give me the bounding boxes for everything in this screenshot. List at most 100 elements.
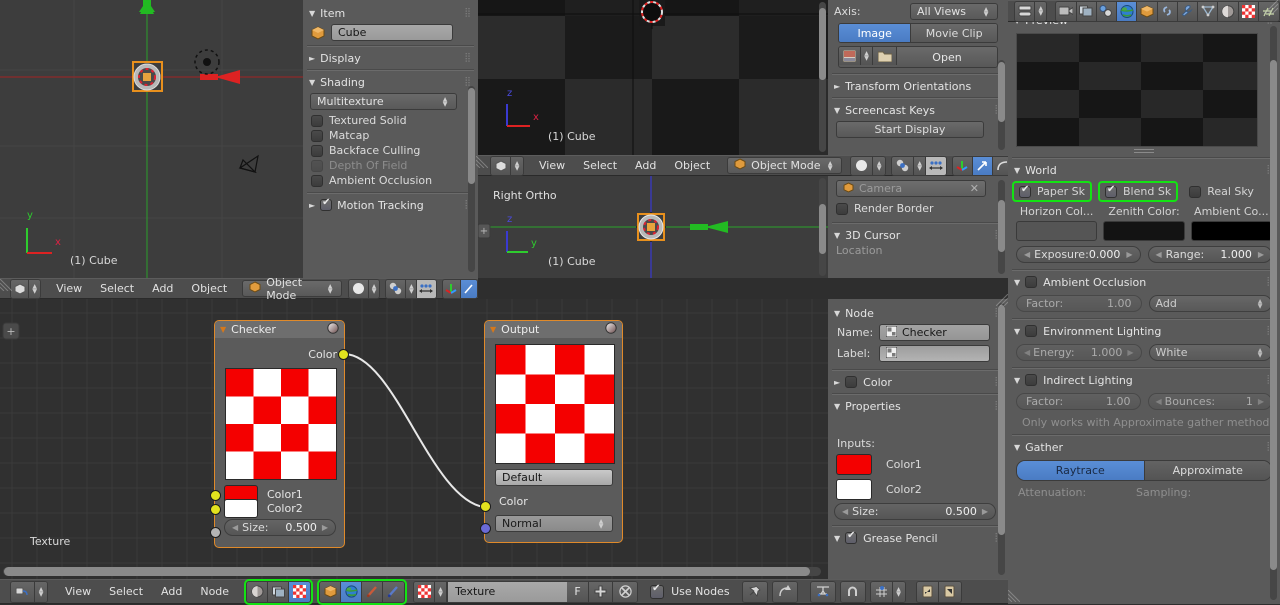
- image-spinner[interactable]: ▲ ▼: [861, 47, 873, 65]
- gather-raytrace-option[interactable]: Raytrace: [1017, 461, 1144, 480]
- use-nodes-checkbox[interactable]: [650, 583, 665, 599]
- chain-link-icon[interactable]: [1157, 1, 1178, 21]
- pivot-spinner[interactable]: ▲ ▼: [914, 156, 927, 175]
- texture-checker-icon[interactable]: [289, 581, 311, 602]
- menu-add[interactable]: Add: [143, 278, 182, 300]
- copy-paste-group[interactable]: [915, 580, 962, 603]
- node-color-checkbox[interactable]: [845, 376, 858, 388]
- ao-checkbox[interactable]: [1025, 276, 1038, 288]
- magnet-icon[interactable]: [840, 581, 865, 602]
- menu-add[interactable]: Add: [626, 155, 665, 177]
- menu-object[interactable]: Object: [182, 278, 236, 300]
- editor-type-selector-props[interactable]: ▲ ▼: [1014, 0, 1048, 22]
- props-size-field[interactable]: ◀ Size: 0.500 ▶: [834, 503, 996, 520]
- scene-properties-icon[interactable]: [1096, 1, 1118, 21]
- editor-type-spinner[interactable]: ▲ ▼: [29, 279, 41, 298]
- editor-type-selector-node[interactable]: ▲ ▼: [10, 580, 48, 603]
- paint-brush-blue-icon[interactable]: [383, 581, 405, 602]
- props-color1-swatch[interactable]: [836, 454, 872, 475]
- go-up-group[interactable]: [771, 580, 798, 603]
- texture-checker-icon[interactable]: [1238, 1, 1259, 21]
- properties-scrollbar[interactable]: [1270, 60, 1277, 570]
- properties-editor-spinner[interactable]: ▲ ▼: [1035, 1, 1047, 21]
- decrement-arrow-icon[interactable]: ◀: [1156, 250, 1162, 259]
- node-editor-hscrollbar[interactable]: [4, 567, 810, 576]
- gather-method-toggle[interactable]: Raytrace Approximate: [1016, 460, 1272, 481]
- decrement-arrow-icon[interactable]: ◀: [1156, 397, 1162, 406]
- mode-dropdown-mid[interactable]: Object Mode ▲ ▼: [727, 157, 843, 174]
- grease-pencil-checkbox[interactable]: [845, 530, 858, 544]
- node-output-preset[interactable]: Default: [495, 469, 613, 486]
- indirect-lighting-checkbox[interactable]: [1025, 374, 1038, 386]
- node-output-normal-dropdown[interactable]: Normal ▲ ▼: [495, 515, 613, 532]
- pivot-icon[interactable]: [892, 156, 915, 175]
- editor-type-icon[interactable]: [11, 279, 30, 298]
- node-editor-type-spinner[interactable]: ▲ ▼: [35, 581, 47, 602]
- env-lighting-checkbox[interactable]: [1025, 325, 1038, 337]
- socket-color-out[interactable]: [338, 349, 349, 360]
- gather-approximate-option[interactable]: Approximate: [1143, 461, 1271, 480]
- node-checker-header[interactable]: ▼ Checker: [215, 321, 344, 338]
- env-energy-field[interactable]: ◀ Energy: 1.000 ▶: [1016, 344, 1142, 361]
- midpanel2-scrollbar[interactable]: [998, 200, 1005, 252]
- menu-add[interactable]: Add: [152, 581, 191, 603]
- socket-color1-in[interactable]: [210, 490, 221, 501]
- panel-header-grease-pencil[interactable]: ▼ Grease Pencil ⣿: [828, 529, 1008, 547]
- world-globe-icon[interactable]: [341, 581, 363, 602]
- real-sky-checkbox[interactable]: [1189, 185, 1202, 198]
- paper-sky-toggle[interactable]: Paper Sk: [1014, 183, 1090, 200]
- menu-view[interactable]: View: [47, 278, 91, 300]
- shading-mode-group-left[interactable]: ▲ ▼: [347, 278, 381, 299]
- shading-mode-group-mid[interactable]: ▲ ▼: [850, 155, 887, 176]
- motion-tracking-checkbox[interactable]: [320, 197, 333, 211]
- texture-name-field[interactable]: Texture: [447, 581, 568, 602]
- menu-object[interactable]: Object: [665, 155, 719, 177]
- scene-icon[interactable]: [268, 581, 290, 602]
- pin-icon[interactable]: [742, 581, 767, 602]
- render-camera-icon[interactable]: [1056, 1, 1077, 21]
- shading-option-checkbox[interactable]: [311, 114, 323, 127]
- editor-type-selector-left[interactable]: ▲ ▼: [10, 278, 42, 299]
- panel-header-node[interactable]: ▼ Node ⣿: [828, 304, 1008, 322]
- brush-icon[interactable]: [362, 581, 384, 602]
- snap-magnet-group[interactable]: [839, 580, 866, 603]
- image-browse-icon[interactable]: [839, 47, 861, 65]
- fake-user-button[interactable]: F: [567, 581, 590, 602]
- auto-merge-icon[interactable]: [810, 581, 835, 602]
- panel-header-shading[interactable]: ▼ Shading ⣿: [303, 73, 478, 91]
- shading-method-dropdown[interactable]: Multitexture ▲ ▼: [310, 93, 457, 110]
- n-panel-scrollbar[interactable]: [468, 88, 475, 184]
- socket-size-in[interactable]: [210, 527, 221, 538]
- midpanel-scrollbar[interactable]: [998, 62, 1005, 122]
- texture-datablock-selector[interactable]: ▲ ▼ Texture F: [413, 580, 639, 603]
- translate-widget-icon[interactable]: [973, 156, 994, 175]
- transform-widget-group-left[interactable]: [441, 278, 478, 299]
- color2-swatch[interactable]: [224, 499, 258, 518]
- node-editor-type-icon[interactable]: [11, 581, 35, 602]
- decrement-arrow-icon[interactable]: ◀: [1024, 250, 1030, 259]
- panel-header-ambient-occlusion[interactable]: ▼ Ambient Occlusion ⣿: [1008, 273, 1280, 291]
- shader-type-group[interactable]: [244, 578, 314, 605]
- ao-blend-dropdown[interactable]: Add ▲ ▼: [1148, 295, 1272, 312]
- translate-widget-icon[interactable]: [460, 279, 477, 298]
- panel-header-transform-orientations[interactable]: ► Transform Orientations: [828, 77, 1008, 95]
- node-checker[interactable]: ▼ Checker Color Color1 Color2 ◀ Size: 0.…: [210, 320, 349, 548]
- increment-arrow-icon[interactable]: ▶: [982, 507, 988, 516]
- node-name-field[interactable]: Checker: [879, 324, 990, 341]
- folder-icon[interactable]: [873, 47, 897, 65]
- panel-header-color[interactable]: ► Color ⣿: [828, 373, 1008, 391]
- shading-option-row[interactable]: Textured Solid: [303, 113, 478, 128]
- area-corner-grip[interactable]: [1007, 589, 1021, 603]
- blend-sky-checkbox[interactable]: [1105, 184, 1118, 198]
- increment-arrow-icon[interactable]: ▶: [322, 523, 328, 532]
- object-cube-icon[interactable]: [320, 581, 342, 602]
- real-sky-toggle[interactable]: Real Sky: [1186, 183, 1257, 200]
- viewport-scrollbar[interactable]: [819, 8, 826, 80]
- world-globe-icon[interactable]: [1117, 1, 1138, 21]
- viewport-scrollbar[interactable]: [819, 204, 826, 254]
- horizon-color-swatch[interactable]: [1016, 221, 1098, 241]
- panel-header-properties[interactable]: ▼ Properties ⣿: [828, 397, 1008, 415]
- increment-arrow-icon[interactable]: ▶: [1258, 397, 1264, 406]
- menu-view[interactable]: View: [530, 155, 574, 177]
- chevron-down-icon[interactable]: ▼: [220, 325, 226, 334]
